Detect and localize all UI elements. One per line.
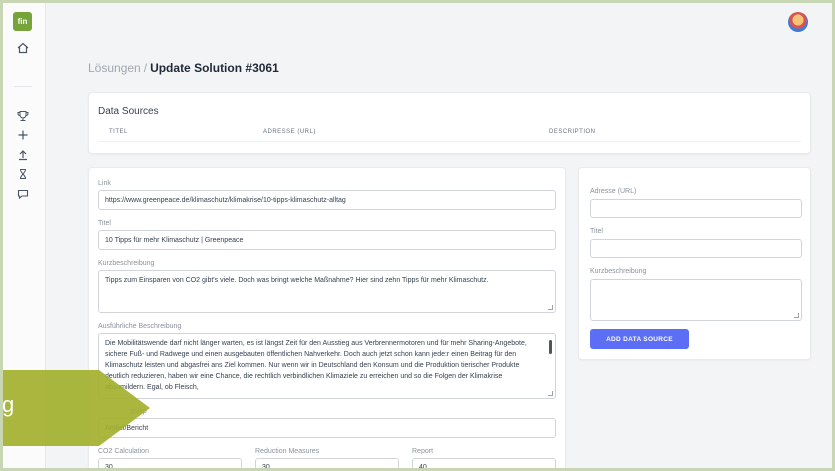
solution-form-card: Link https://www.greenpeace.de/klimaschu… xyxy=(88,167,566,471)
upload-icon[interactable] xyxy=(15,147,31,163)
reduction-measures-input[interactable]: 30 xyxy=(255,458,399,471)
add-data-source-card: Adresse (URL) Titel Kurzbeschreibung ADD… xyxy=(578,167,811,360)
overlay-text: g xyxy=(2,392,15,417)
chat-icon[interactable] xyxy=(15,186,31,202)
sidebar-divider xyxy=(14,86,32,87)
long-description-textarea[interactable]: Die Mobilitätswende darf nicht länger wa… xyxy=(98,333,556,399)
source-title-input[interactable] xyxy=(590,239,802,258)
long-description-label: Ausführliche Beschreibung xyxy=(98,323,182,330)
data-sources-title: Data Sources xyxy=(98,106,159,117)
resize-handle[interactable] xyxy=(548,391,553,396)
link-input[interactable]: https://www.greenpeace.de/klimaschutz/kl… xyxy=(98,190,556,210)
link-label: Link xyxy=(98,180,111,187)
home-icon[interactable] xyxy=(15,40,31,56)
source-description-textarea[interactable] xyxy=(590,279,802,321)
app-logo[interactable]: fin xyxy=(13,12,32,31)
short-description-label: Kurzbeschreibung xyxy=(98,260,155,267)
title-input[interactable]: 10 Tipps für mehr Klimaschutz | Greenpea… xyxy=(98,230,556,250)
long-description-text: Die Mobilitätswende darf nicht länger wa… xyxy=(105,340,527,391)
source-title-label: Titel xyxy=(590,228,603,235)
column-header-title: TITEL xyxy=(109,129,128,135)
report-input[interactable]: 40 xyxy=(412,458,556,471)
data-sources-card: Data Sources TITEL ADRESSE (URL) DESCRIP… xyxy=(88,92,811,154)
breadcrumb-parent-link[interactable]: Lösungen xyxy=(88,61,141,75)
resize-handle[interactable] xyxy=(548,305,553,310)
page-title: Update Solution #3061 xyxy=(150,61,279,75)
column-header-description: DESCRIPTION xyxy=(549,129,596,135)
short-description-text: Tipps zum Einsparen von CO2 gibt's viele… xyxy=(105,277,489,284)
user-avatar[interactable] xyxy=(788,12,808,32)
add-data-source-button[interactable]: ADD DATA SOURCE xyxy=(590,329,689,349)
reduction-measures-label: Reduction Measures xyxy=(255,448,320,455)
title-label: Titel xyxy=(98,220,111,227)
hourglass-icon[interactable] xyxy=(15,166,31,182)
logo-text: fin xyxy=(17,17,28,26)
textarea-scrollbar[interactable] xyxy=(549,340,552,354)
type-input[interactable]: Artikel/Bericht xyxy=(98,418,556,438)
breadcrumb-separator: / xyxy=(143,61,148,75)
source-description-label: Kurzbeschreibung xyxy=(590,268,647,275)
table-divider xyxy=(98,141,801,142)
short-description-textarea[interactable]: Tipps zum Einsparen von CO2 gibt's viele… xyxy=(98,270,556,313)
column-header-url: ADRESSE (URL) xyxy=(263,129,316,135)
co2-calculation-input[interactable]: 30 xyxy=(98,458,242,471)
trophy-icon[interactable] xyxy=(15,108,31,124)
plus-icon[interactable] xyxy=(15,127,31,143)
url-label: Adresse (URL) xyxy=(590,188,637,195)
breadcrumb: Lösungen / Update Solution #3061 xyxy=(88,61,279,75)
report-label: Report xyxy=(412,448,434,455)
url-input[interactable] xyxy=(590,199,802,218)
co2-calculation-label: CO2 Calculation xyxy=(98,448,149,455)
resize-handle[interactable] xyxy=(794,313,799,318)
